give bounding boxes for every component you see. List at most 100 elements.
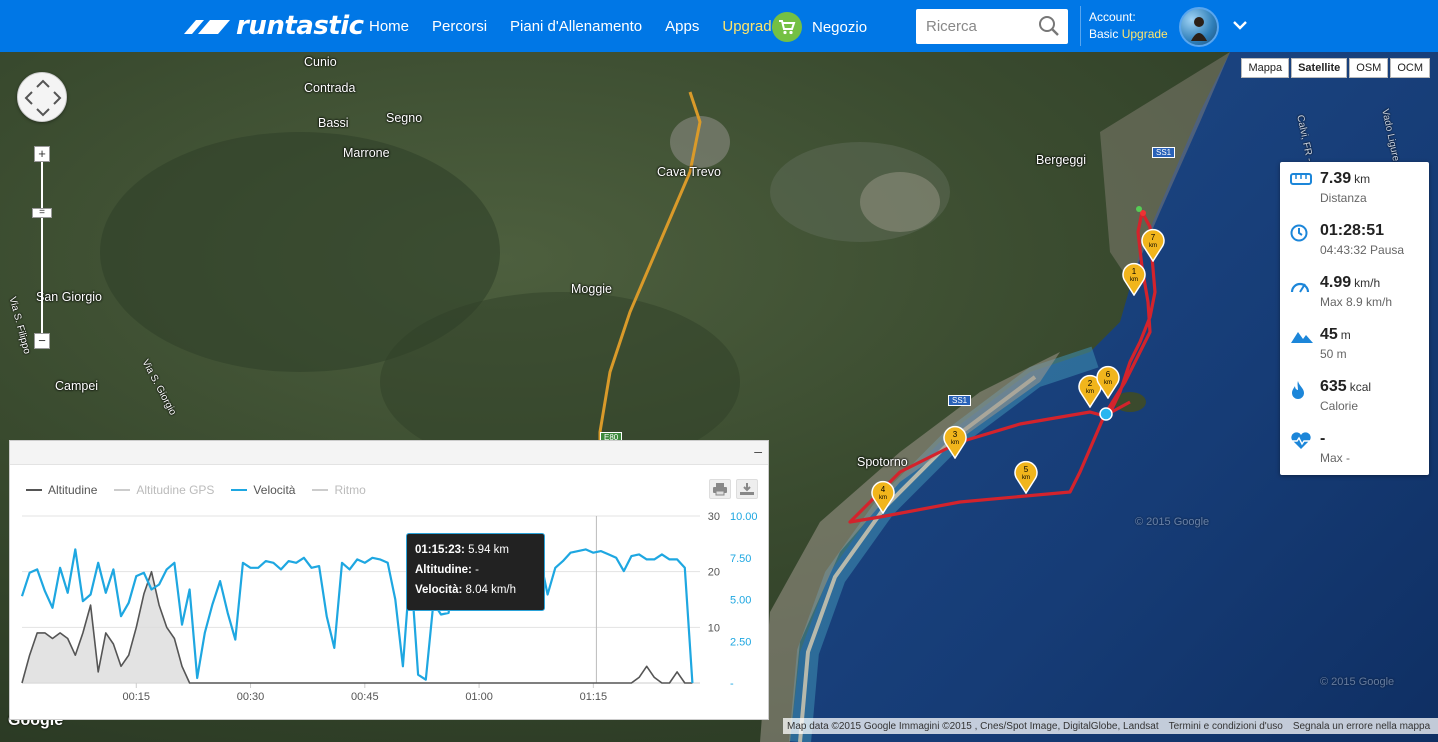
tooltip-speed-label: Velocità: — [415, 584, 463, 596]
km-marker-icon[interactable]: 4km — [870, 480, 896, 514]
y-right-tick-label: 5.00 — [730, 595, 751, 607]
map-attribution: Map data ©2015 Google Immagini ©2015 , C… — [783, 718, 1438, 734]
chart-tooltip: 01:15:23: 5.94 km Altitudine: - Velocità… — [406, 533, 545, 611]
y-right-tick-label: 7.50 — [730, 553, 751, 565]
place-label: Bassi — [318, 116, 349, 130]
x-tick-label: 00:45 — [351, 691, 379, 703]
legend-pace[interactable]: Ritmo — [312, 483, 366, 497]
km-marker-number: 4 — [881, 485, 886, 494]
legend-swatch — [231, 489, 248, 491]
search-icon[interactable] — [1038, 15, 1060, 42]
account-upgrade-link[interactable]: Upgrade — [1122, 27, 1168, 41]
account-info[interactable]: Account: Basic Upgrade — [1089, 9, 1168, 43]
stat-speed: 4.99 km/h Max 8.9 km/h — [1288, 272, 1421, 324]
km-marker-unit: km — [1022, 475, 1030, 481]
km-marker-icon[interactable]: 3km — [942, 425, 968, 459]
pan-control[interactable] — [17, 72, 67, 122]
distance-label: Distanza — [1320, 191, 1367, 205]
mountain-icon — [1290, 328, 1314, 349]
legend-label: Ritmo — [334, 483, 366, 497]
distance-value: 7.39 — [1320, 170, 1352, 187]
pan-arrows-icon — [24, 79, 62, 117]
map-type-map[interactable]: Mappa — [1241, 58, 1290, 78]
y-right-tick-label: - — [730, 678, 734, 690]
download-button[interactable] — [736, 479, 758, 499]
print-button[interactable] — [709, 479, 731, 499]
heart-rate-value: - — [1320, 430, 1326, 447]
nav-routes[interactable]: Percorsi — [432, 18, 487, 35]
runtastic-logo[interactable]: runtastic — [182, 12, 364, 40]
stat-elevation: 45 m 50 m — [1288, 324, 1421, 376]
road-label: SS1 — [948, 395, 972, 406]
elevation-value: 45 — [1320, 326, 1338, 343]
y-right-tick-label: 2.50 — [730, 636, 751, 648]
y-left-tick-label: 10 — [708, 622, 720, 634]
ruler-icon — [1290, 172, 1312, 191]
nav-home[interactable]: Home — [369, 18, 409, 35]
place-label: Segno — [386, 111, 423, 125]
legend-gps-altitude[interactable]: Altitudine GPS — [114, 483, 214, 497]
heart-rate-icon — [1290, 432, 1312, 455]
x-tick-label: 01:15 — [580, 691, 608, 703]
place-label: Contrada — [304, 81, 356, 95]
speed-value: 4.99 — [1320, 274, 1352, 291]
place-label: Moggie — [571, 282, 612, 296]
place-label: Campei — [55, 379, 99, 393]
place-label: San Giorgio — [36, 290, 103, 304]
tooltip-altitude-value: - — [475, 564, 479, 576]
km-marker-icon[interactable]: 6km — [1095, 365, 1121, 399]
zoom-slider-handle[interactable]: = — [32, 208, 52, 218]
y-left-tick-label: 20 — [708, 567, 720, 579]
km-marker-icon[interactable]: 7km — [1140, 228, 1166, 262]
place-label: Cava Trevo — [657, 165, 721, 179]
km-marker-number: 2 — [1088, 379, 1093, 388]
flame-icon — [1290, 380, 1306, 405]
km-marker-icon[interactable]: 5km — [1013, 460, 1039, 494]
legend-altitude[interactable]: Altitudine — [26, 483, 97, 497]
calories-unit: kcal — [1349, 380, 1372, 394]
nav-divider — [1080, 6, 1081, 46]
avatar[interactable] — [1179, 7, 1219, 47]
download-icon — [740, 483, 754, 495]
road-label: SS1 — [1152, 147, 1176, 158]
nav-apps[interactable]: Apps — [665, 18, 699, 35]
map-data-credit: Map data ©2015 Google Immagini ©2015 , C… — [787, 720, 1159, 732]
zoom-slider-track[interactable] — [41, 156, 43, 342]
account-label: Account: — [1089, 10, 1136, 24]
legend-label: Altitudine — [48, 483, 98, 497]
x-tick-label: 00:15 — [123, 691, 151, 703]
nav-shop[interactable]: Negozio — [772, 12, 867, 42]
terms-link[interactable]: Termini e condizioni d'uso — [1169, 721, 1283, 732]
speed-unit: km/h — [1354, 276, 1381, 290]
zoom-in-button[interactable]: + — [34, 146, 50, 162]
y-right-tick-label: 10.00 — [730, 511, 758, 523]
km-marker-icon[interactable]: 1km — [1121, 262, 1147, 296]
stat-distance: 7.39 km Distanza — [1288, 168, 1421, 220]
km-marker-number: 5 — [1024, 465, 1029, 474]
km-marker-number: 6 — [1106, 370, 1111, 379]
tooltip-time: 01:15:23: — [415, 544, 465, 556]
stat-heart-rate: - Max - — [1288, 428, 1421, 480]
legend-swatch — [312, 489, 329, 491]
report-error-link[interactable]: Segnala un errore nella mappa — [1293, 721, 1430, 732]
nav-training-plans[interactable]: Piani d'Allenamento — [510, 18, 642, 35]
watermark: © 2015 Google — [1320, 676, 1395, 688]
x-tick-label: 01:00 — [465, 691, 493, 703]
tooltip-distance: 5.94 km — [468, 544, 509, 556]
search-input[interactable] — [916, 9, 1026, 44]
zoom-out-button[interactable]: − — [34, 333, 50, 349]
elevation-unit: m — [1340, 328, 1351, 342]
map-type-ocm[interactable]: OCM — [1390, 58, 1430, 78]
place-label: Cunio — [304, 55, 337, 69]
place-label: Bergeggi — [1036, 153, 1087, 167]
chevron-down-icon[interactable] — [1232, 18, 1248, 36]
calories-value: 635 — [1320, 378, 1347, 395]
brand-name: runtastic — [236, 11, 364, 41]
shop-label: Negozio — [812, 18, 868, 36]
chart-legend: Altitudine Altitudine GPS Velocità Ritmo — [26, 483, 383, 497]
chart-tools — [704, 479, 758, 499]
legend-speed[interactable]: Velocità — [231, 483, 295, 497]
map-type-satellite[interactable]: Satellite — [1291, 58, 1348, 78]
km-marker-unit: km — [1130, 277, 1138, 283]
map-type-osm[interactable]: OSM — [1349, 58, 1389, 78]
